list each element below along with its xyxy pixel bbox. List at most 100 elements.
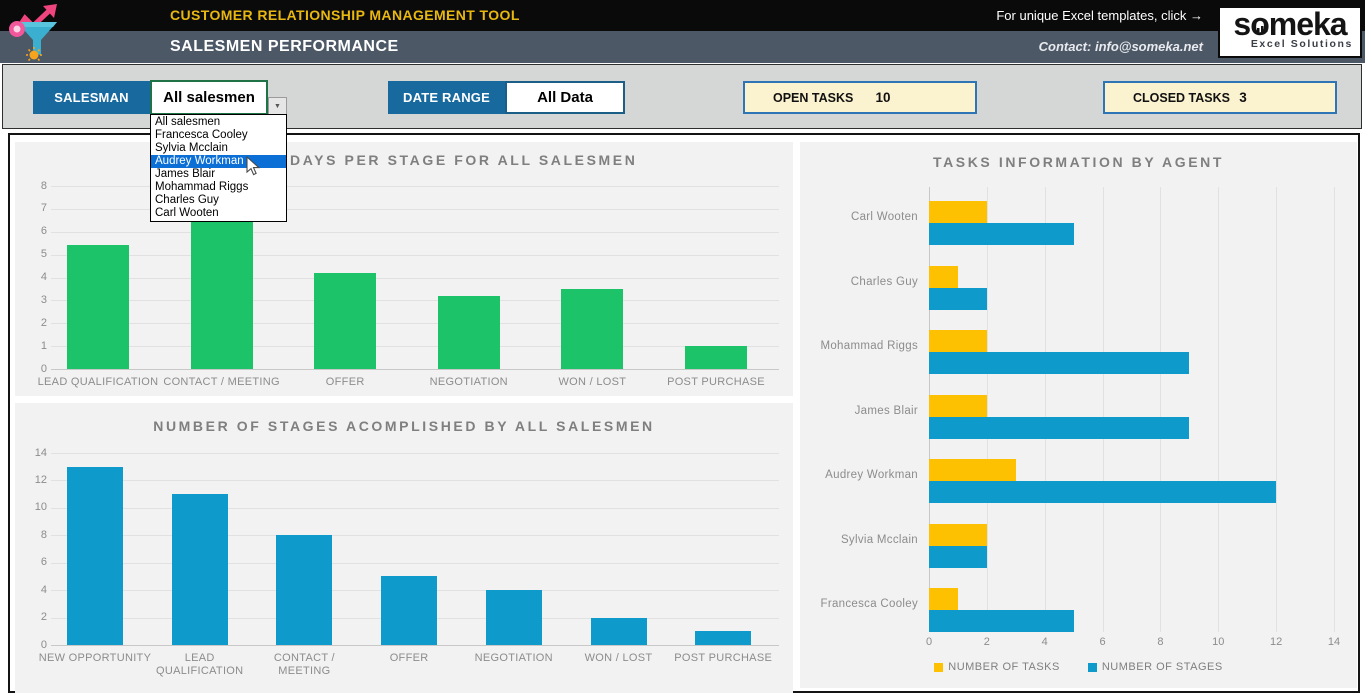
bar <box>438 296 500 369</box>
bar <box>591 618 647 645</box>
gridline <box>51 645 779 646</box>
axis-tick-label: 12 <box>17 474 47 486</box>
chart-tasks-by-agent: TASKS INFORMATION BY AGENT 02468101214Ca… <box>800 142 1357 688</box>
contact-text: Contact: info@someka.net <box>1039 39 1203 54</box>
gridline <box>51 453 779 454</box>
axis-tick-label: 7 <box>17 202 47 214</box>
gridline <box>51 508 779 509</box>
gridline <box>51 300 779 301</box>
closed-tasks-value: 3 <box>1223 90 1263 105</box>
salesman-option[interactable]: James Blair <box>151 168 286 181</box>
salesman-option[interactable]: Carl Wooten <box>151 207 286 220</box>
axis-tick-label: 0 <box>17 363 47 375</box>
promo-link[interactable]: For unique Excel templates, click → <box>996 8 1203 23</box>
mouse-cursor-icon <box>246 156 261 182</box>
bar <box>929 201 987 223</box>
axis-tick-label: 0 <box>914 636 944 648</box>
bar <box>929 417 1189 439</box>
bar <box>929 330 987 352</box>
chart-title: NUMBER OF STAGES ACOMPLISHED BY ALL SALE… <box>15 418 793 434</box>
gridline <box>1160 187 1161 632</box>
axis-tick-label: 10 <box>1203 636 1233 648</box>
axis-tick-label: 4 <box>17 584 47 596</box>
agent-label: James Blair <box>800 405 918 417</box>
agent-label: Francesca Cooley <box>800 598 918 610</box>
salesman-dropdown-button[interactable]: ▼ <box>268 97 287 115</box>
gridline <box>51 255 779 256</box>
chart-title: TASKS INFORMATION BY AGENT <box>800 154 1357 170</box>
salesman-label: SALESMAN <box>33 81 150 114</box>
gridline <box>51 535 779 536</box>
bar <box>929 352 1189 374</box>
bar <box>929 223 1074 245</box>
open-tasks-value: 10 <box>863 90 903 105</box>
salesman-option[interactable]: Sylvia Mcclain <box>151 142 286 155</box>
category-label: POST PURCHASE <box>660 652 787 665</box>
bar <box>929 588 958 610</box>
legend-label: NUMBER OF STAGES <box>1102 661 1223 673</box>
date-range-label: DATE RANGE <box>388 81 505 114</box>
axis-tick-label: 8 <box>1145 636 1175 648</box>
salesman-select[interactable]: All salesmen <box>150 80 268 115</box>
app-title: CUSTOMER RELATIONSHIP MANAGEMENT TOOL <box>170 7 520 23</box>
bar <box>929 459 1016 481</box>
axis-tick-label: 6 <box>17 556 47 568</box>
bar <box>561 289 623 369</box>
gridline <box>51 369 779 370</box>
axis-tick-label: 6 <box>1088 636 1118 648</box>
axis-tick-label: 4 <box>1030 636 1060 648</box>
open-tasks-box: OPEN TASKS 10 <box>743 81 977 114</box>
axis-tick-label: 2 <box>17 611 47 623</box>
gridline <box>1218 187 1219 632</box>
axis-tick-label: 2 <box>17 317 47 329</box>
bar <box>381 576 437 645</box>
legend-swatch <box>1088 663 1097 672</box>
salesman-option[interactable]: Francesca Cooley <box>151 129 286 142</box>
chart-days-per-stage: DAYS PER STAGE FOR ALL SALESMEN 01234567… <box>15 142 793 396</box>
gridline <box>51 346 779 347</box>
bar <box>172 494 228 645</box>
axis-tick-label: 14 <box>17 447 47 459</box>
date-range-select[interactable]: All Data <box>505 81 625 114</box>
agent-label: Mohammad Riggs <box>800 340 918 352</box>
bar <box>67 245 129 369</box>
gridline <box>51 278 779 279</box>
bar <box>929 395 987 417</box>
salesman-option[interactable]: All salesmen <box>151 116 286 129</box>
axis-tick-label: 3 <box>17 294 47 306</box>
axis-tick-label: 2 <box>972 636 1002 648</box>
someka-logo[interactable]: someka Excel Solutions <box>1218 6 1362 58</box>
axis-tick-label: 1 <box>17 340 47 352</box>
logo-chart-glyph <box>1257 23 1268 32</box>
axis-tick-label: 10 <box>17 501 47 513</box>
gridline <box>51 323 779 324</box>
bar <box>929 266 958 288</box>
axis-tick-label: 4 <box>17 271 47 283</box>
axis-tick-label: 14 <box>1319 636 1349 648</box>
gridline <box>1276 187 1277 632</box>
gridline <box>1334 187 1335 632</box>
legend-label: NUMBER OF TASKS <box>948 661 1060 673</box>
bar <box>929 610 1074 632</box>
bar <box>929 524 987 546</box>
salesman-dropdown-list: All salesmenFrancesca CooleySylvia Mccla… <box>150 114 287 222</box>
chart-title: DAYS PER STAGE FOR ALL SALESMEN <box>290 152 637 168</box>
legend-item: NUMBER OF TASKS <box>934 661 1060 673</box>
closed-tasks-box: CLOSED TASKS 3 <box>1103 81 1337 114</box>
axis-tick-label: 8 <box>17 529 47 541</box>
gridline <box>51 563 779 564</box>
agent-label: Audrey Workman <box>800 469 918 481</box>
salesman-option[interactable]: Audrey Workman <box>151 155 286 168</box>
salesman-option[interactable]: Charles Guy <box>151 194 286 207</box>
bar <box>929 481 1276 503</box>
gridline <box>1103 187 1104 632</box>
axis-tick-label: 5 <box>17 248 47 260</box>
gridline <box>51 232 779 233</box>
bar <box>685 346 747 369</box>
bar <box>314 273 376 369</box>
salesman-option[interactable]: Mohammad Riggs <box>151 181 286 194</box>
gridline <box>51 480 779 481</box>
gridline <box>1045 187 1046 632</box>
bar <box>695 631 751 645</box>
page-title: SALESMEN PERFORMANCE <box>170 38 399 56</box>
